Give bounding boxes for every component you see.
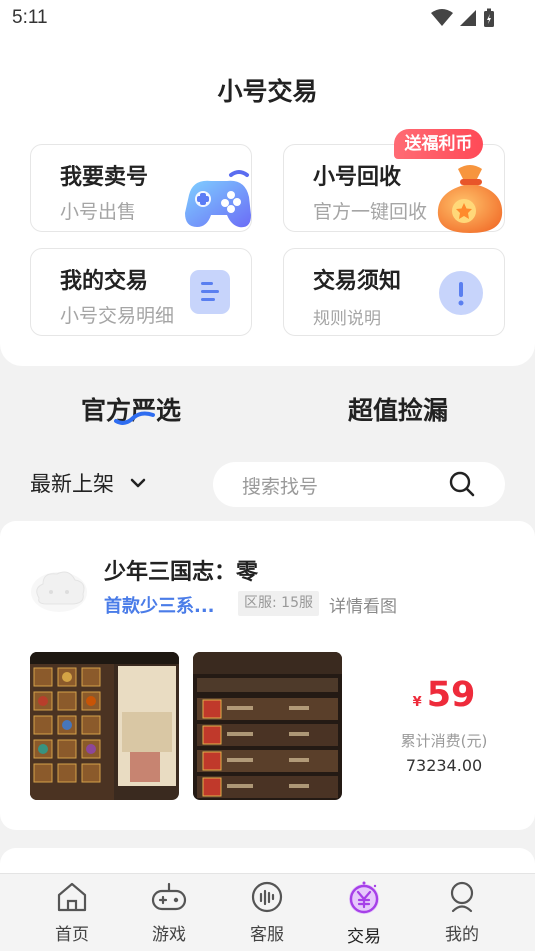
top-panel: 5:11 小号交易 我要卖号 小号出售 小号回收 官方一键回收 送福利币 我的交… (0, 0, 535, 366)
sell-account-subtitle: 小号出售 (60, 201, 137, 223)
trade-notice-card[interactable]: 交易须知 规则说明 (283, 248, 505, 336)
nav-support[interactable]: 客服 (232, 880, 302, 945)
money-bag-icon (437, 165, 503, 233)
nav-home[interactable]: 首页 (37, 880, 107, 945)
game-icon-placeholder (31, 571, 87, 612)
list-icon (190, 270, 230, 314)
nav-home-label: 首页 (55, 925, 89, 945)
bottom-nav: 首页 游戏 客服 交易 我的 (0, 873, 535, 951)
listing-screenshot-1[interactable] (30, 652, 179, 800)
my-trades-title: 我的交易 (60, 269, 149, 294)
sell-account-title: 我要卖号 (60, 165, 149, 190)
listing-tabs: 官方严选 超值捡漏 (0, 385, 535, 435)
nav-trade-label: 交易 (347, 927, 381, 947)
price-value: 59 (426, 675, 476, 715)
my-trades-card[interactable]: 我的交易 小号交易明细 (30, 248, 252, 336)
recycle-account-subtitle: 官方一键回收 (313, 201, 428, 223)
sort-dropdown[interactable]: 最新上架 (30, 468, 146, 498)
sort-dropdown-label: 最新上架 (30, 472, 114, 496)
headset-icon (251, 881, 283, 913)
status-bar: 5:11 (0, 0, 535, 36)
wifi-icon (431, 9, 453, 26)
active-tab-indicator (114, 411, 155, 425)
chevron-down-icon (130, 478, 146, 488)
detail-link[interactable]: 详情看图 (329, 592, 397, 617)
search-placeholder: 搜索找号 (242, 476, 319, 498)
price-symbol: ¥ (412, 695, 422, 710)
tab-bargain[interactable]: 超值捡漏 (348, 391, 448, 427)
nav-trade[interactable]: 交易 (329, 880, 399, 947)
price: ¥ 59 (384, 675, 504, 715)
trade-notice-subtitle: 规则说明 (313, 309, 381, 329)
game-name: 少年三国志：零 (104, 560, 259, 585)
search-icon[interactable] (449, 471, 475, 497)
status-icons (431, 8, 495, 28)
nav-support-label: 客服 (250, 925, 284, 945)
user-icon (450, 881, 474, 913)
nav-mine[interactable]: 我的 (427, 880, 497, 945)
welfare-coin-badge: 送福利币 (394, 129, 483, 159)
exclamation-icon (439, 271, 483, 315)
page-title: 小号交易 (217, 77, 318, 106)
nav-games[interactable]: 游戏 (134, 880, 204, 945)
total-spend-label: 累计消费(元) (400, 732, 488, 750)
home-icon (57, 882, 87, 912)
sell-account-card[interactable]: 我要卖号 小号出售 (30, 144, 252, 232)
signal-icon (460, 10, 476, 26)
nav-mine-label: 我的 (445, 925, 479, 945)
battery-icon (484, 8, 494, 27)
total-spend-value: 73234.00 (405, 756, 483, 775)
search-input[interactable]: 搜索找号 (213, 462, 505, 507)
listing-screenshot-2[interactable] (193, 652, 342, 800)
status-time: 5:11 (12, 7, 48, 28)
server-tag: 区服: 15服 (238, 591, 319, 616)
gamepad-icon (185, 170, 251, 228)
yen-icon (349, 881, 379, 914)
listing-description: 首款少三系... (104, 596, 215, 617)
nav-games-label: 游戏 (152, 925, 186, 945)
my-trades-subtitle: 小号交易明细 (60, 305, 175, 327)
listing-card[interactable]: 少年三国志：零 首款少三系... 区服: 15服 详情看图 ¥ 59 累计消费(… (0, 521, 535, 830)
recycle-account-title: 小号回收 (313, 165, 402, 190)
trade-notice-title: 交易须知 (313, 269, 402, 294)
gamepad-nav-icon (151, 882, 187, 911)
